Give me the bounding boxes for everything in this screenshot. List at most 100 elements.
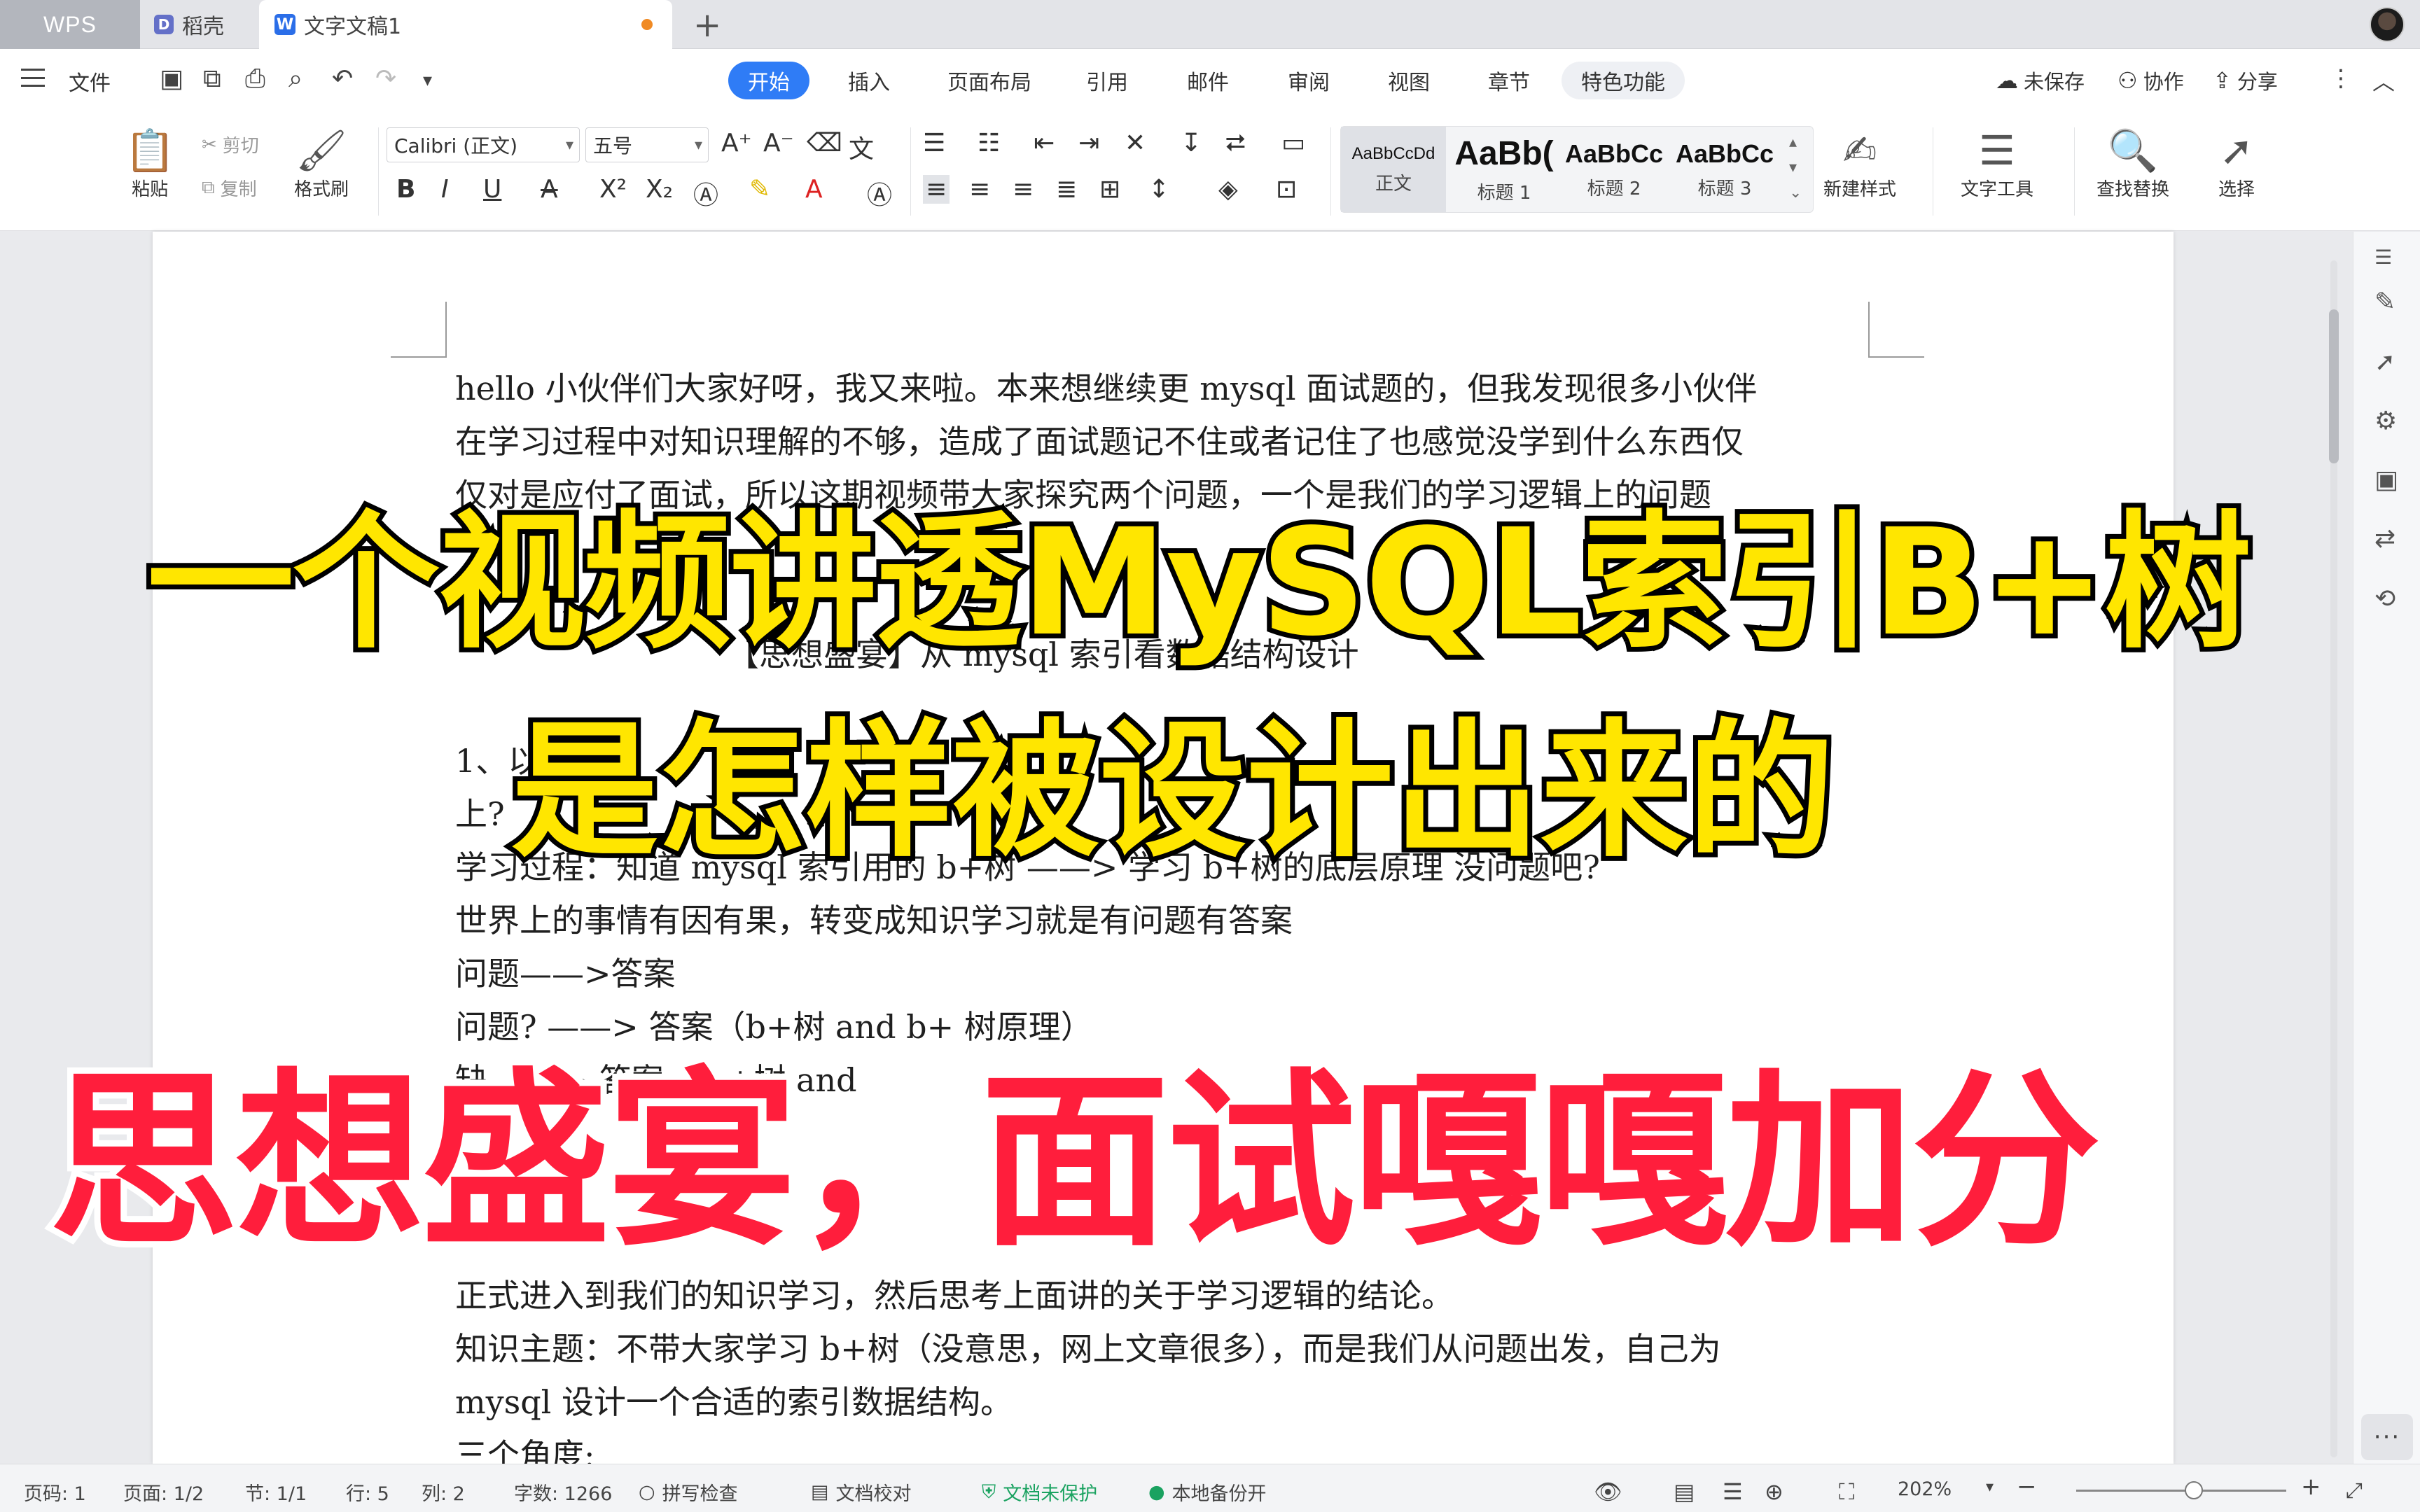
tab-document[interactable]: W 文字文稿1 [259, 0, 672, 49]
file-menu[interactable]: 文件 [69, 66, 111, 97]
image-icon[interactable]: ▣ [2374, 465, 2398, 494]
shading-icon[interactable]: ◈ [1218, 175, 1238, 204]
status-pages[interactable]: 页面: 1/2 [123, 1478, 204, 1506]
history-icon[interactable]: ⟲ [2374, 584, 2395, 613]
edit-icon[interactable]: ✎ [2374, 288, 2395, 316]
clear-format-icon[interactable]: ⌫ [807, 129, 842, 158]
style-heading-2[interactable]: AaBbCc 标题 2 [1559, 127, 1669, 212]
spell-check-button[interactable]: ○ 拼写检查 [639, 1478, 738, 1506]
zoom-slider-track[interactable] [2076, 1490, 2286, 1492]
tab-view[interactable]: 视图 [1368, 62, 1449, 99]
more-tools-button[interactable]: ··· [2361, 1414, 2413, 1460]
status-word-count[interactable]: 字数: 1266 [514, 1478, 612, 1506]
bullet-list-icon[interactable]: ☰ [923, 129, 945, 158]
style-normal[interactable]: AaBbCcDd 正文 [1341, 127, 1446, 212]
borders-icon[interactable]: ⊡ [1276, 175, 1297, 204]
shrink-font-icon[interactable]: A⁻ [763, 129, 794, 158]
proofread-button[interactable]: ▤ 文档校对 [811, 1478, 912, 1506]
phonetic-icon[interactable]: 文 [849, 129, 874, 165]
tab-insert[interactable]: 插入 [828, 62, 910, 99]
style-heading-1[interactable]: AaBb( 标题 1 [1452, 127, 1557, 212]
status-page-number[interactable]: 页码: 1 [24, 1478, 86, 1506]
hamburger-icon[interactable] [21, 69, 45, 87]
sort-icon[interactable]: ↧ [1181, 129, 1202, 158]
new-tab-button[interactable]: + [693, 6, 721, 45]
tab-chapter[interactable]: 章节 [1468, 62, 1550, 99]
justify-icon[interactable]: ≣ [1056, 175, 1077, 204]
tab-special-features[interactable]: 特色功能 [1562, 62, 1685, 99]
zoom-dropdown-icon[interactable]: ▾ [1986, 1478, 1994, 1496]
settings-sliders-icon[interactable]: ⚙ [2374, 407, 2397, 435]
save-icon[interactable]: ▣ [160, 64, 183, 93]
select-button[interactable]: ➚ 选择 [2218, 126, 2255, 201]
tab-references[interactable]: 引用 [1066, 62, 1148, 99]
tab-daoke[interactable]: D 稻壳 [140, 0, 259, 49]
new-style-button[interactable]: ✍ 新建样式 [1823, 126, 1896, 201]
print-preview-icon[interactable]: ⌕ [288, 64, 302, 94]
text-effect-icon[interactable]: Ⓐ [693, 175, 718, 211]
chinese-layout-icon[interactable]: ✕ [1125, 129, 1146, 158]
zoom-slider-handle[interactable] [2185, 1481, 2203, 1499]
tab-review[interactable]: 审阅 [1268, 62, 1349, 99]
local-backup-button[interactable]: ● 本地备份开 [1148, 1478, 1267, 1506]
decrease-indent-icon[interactable]: ⇤ [1034, 129, 1055, 158]
web-view-icon[interactable]: ⊕ [1765, 1478, 1783, 1505]
quick-access-dropdown-icon[interactable]: ▾ [423, 70, 432, 91]
collaborate-button[interactable]: ⚇ 协作 [2118, 66, 2184, 95]
text-tools-button[interactable]: ☰ 文字工具 [1961, 126, 2033, 201]
find-replace-button[interactable]: 🔍 查找替换 [2096, 126, 2169, 201]
unsaved-button[interactable]: ☁ 未保存 [1996, 66, 2085, 95]
char-border-icon[interactable]: Ⓐ [867, 175, 892, 211]
font-family-select[interactable]: Calibri (正文) [387, 127, 580, 162]
zoom-level[interactable]: 202% [1898, 1478, 1952, 1500]
collapse-ribbon-icon[interactable]: ︿ [2372, 64, 2395, 97]
pointer-icon[interactable]: ➚ [2374, 348, 2395, 377]
show-marks-icon[interactable]: ⮂ [1225, 129, 1246, 158]
document-protection-button[interactable]: ⛨ 文档未保护 [982, 1478, 1097, 1506]
vertical-scrollbar[interactable] [2325, 260, 2343, 1457]
page-view-icon[interactable]: ▤ [1674, 1478, 1695, 1505]
more-options-icon[interactable]: ⋮ [2329, 64, 2353, 92]
font-color-icon[interactable]: A [805, 175, 823, 204]
avatar[interactable] [2370, 7, 2405, 42]
copy-button[interactable]: ⧉ 复制 [202, 175, 257, 201]
strikethrough-icon[interactable]: A [541, 175, 558, 204]
cut-button[interactable]: ✂ 剪切 [202, 132, 259, 158]
print-icon[interactable]: ⎙ [245, 64, 265, 94]
style-scroll-down-icon[interactable]: ▾ [1789, 159, 1797, 176]
font-size-select[interactable]: 五号 [585, 127, 709, 162]
share-button[interactable]: ⇪ 分享 [2213, 66, 2278, 95]
superscript-icon[interactable]: X² [599, 175, 627, 204]
fullscreen-icon[interactable]: ⤢ [2346, 1478, 2363, 1503]
tab-page-layout[interactable]: 页面布局 [928, 62, 1051, 99]
bold-icon[interactable]: B [396, 175, 415, 204]
outline-view-icon[interactable]: ☰ [1723, 1478, 1743, 1505]
grow-font-icon[interactable]: A⁺ [721, 129, 752, 158]
increase-indent-icon[interactable]: ⇥ [1078, 129, 1099, 158]
translate-icon[interactable]: ⇄ [2374, 524, 2395, 553]
zoom-out-icon[interactable]: − [2017, 1473, 2037, 1501]
format-painter-button[interactable]: 🖌 格式刷 [294, 126, 349, 201]
table-border-icon[interactable]: ▭ [1281, 129, 1305, 158]
tab-home[interactable]: 开始 [728, 62, 809, 99]
style-heading-3[interactable]: AaBbCc 标题 3 [1670, 127, 1779, 212]
subscript-icon[interactable]: X₂ [646, 175, 673, 204]
zoom-in-icon[interactable]: + [2301, 1473, 2321, 1501]
align-center-icon[interactable]: ≡ [969, 175, 990, 204]
highlight-icon[interactable]: ✎ [749, 175, 770, 204]
italic-icon[interactable]: I [441, 175, 449, 204]
style-scroll-up-icon[interactable]: ▴ [1789, 134, 1797, 151]
distribute-icon[interactable]: ⊞ [1099, 175, 1120, 204]
line-spacing-icon[interactable]: ↕ [1148, 175, 1169, 204]
paste-button[interactable]: 📋 粘贴 [125, 126, 175, 201]
underline-icon[interactable]: U [483, 175, 501, 204]
tab-mail[interactable]: 邮件 [1167, 62, 1249, 99]
undo-icon[interactable]: ↶ [332, 64, 353, 93]
export-icon[interactable]: ⧉ [203, 64, 221, 94]
align-left-icon[interactable]: ≡ [923, 175, 950, 204]
scroll-thumb[interactable] [2329, 309, 2339, 463]
redo-icon[interactable]: ↷ [375, 64, 396, 93]
style-expand-icon[interactable]: ⌄ [1789, 184, 1802, 202]
align-right-icon[interactable]: ≡ [1013, 175, 1034, 204]
fit-page-icon[interactable]: ⛶ [1839, 1478, 1854, 1506]
